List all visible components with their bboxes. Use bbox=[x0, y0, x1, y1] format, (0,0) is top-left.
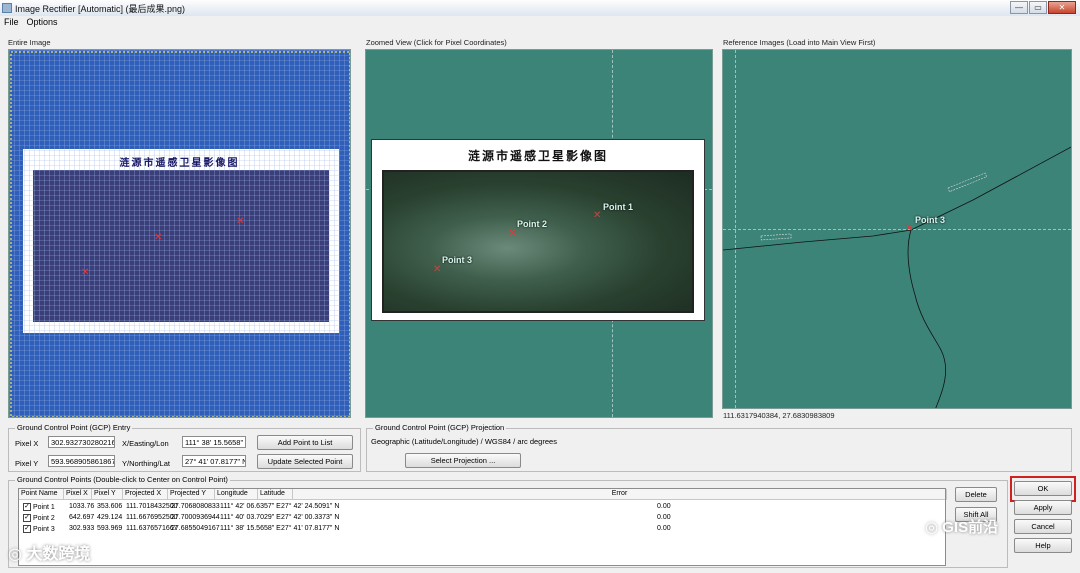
delete-button[interactable]: Delete bbox=[955, 487, 997, 502]
zoomed-point-1-label: Point 1 bbox=[603, 202, 634, 212]
menu-options[interactable]: Options bbox=[27, 17, 58, 27]
pixel-x-field[interactable]: 302.932730280216 bbox=[48, 436, 115, 448]
grid-overlay bbox=[9, 50, 350, 417]
row-1-latitude: 27° 42' 24.5091" N bbox=[281, 503, 340, 510]
x-easting-label: X/Easting/Lon bbox=[122, 439, 169, 448]
row-3-error: 0.00 bbox=[657, 525, 671, 532]
apply-button[interactable]: Apply bbox=[1014, 500, 1072, 515]
zoomed-point-3-marker: ✕ bbox=[433, 264, 442, 275]
menu-file[interactable]: File bbox=[4, 17, 19, 27]
col-point-name[interactable]: Point Name bbox=[19, 489, 64, 500]
col-longitude[interactable]: Longitude bbox=[215, 489, 258, 500]
reference-images-label: Reference Images (Load into Main View Fi… bbox=[723, 38, 876, 47]
y-northing-field[interactable]: 27° 41' 07.8177" N bbox=[182, 455, 246, 467]
y-northing-label: Y/Northing/Lat bbox=[122, 459, 170, 468]
pixel-y-label: Pixel Y bbox=[15, 459, 39, 468]
zoomed-view[interactable]: 涟源市遥感卫星影像图 ✕ Point 1 ✕ Point 2 ✕ Point 3 bbox=[365, 49, 713, 418]
maximize-icon[interactable]: ▭ bbox=[1029, 1, 1047, 14]
gcp-list-title: Ground Control Points (Double-click to C… bbox=[15, 475, 230, 484]
gcp-list-group: Ground Control Points (Double-click to C… bbox=[8, 475, 1008, 568]
row-1-pixel-y: 353.606 bbox=[97, 503, 123, 510]
col-error[interactable]: Error bbox=[293, 489, 947, 500]
row-2-pixel-x: 642.697 bbox=[69, 514, 95, 521]
checkbox-icon[interactable]: ✓ bbox=[23, 503, 31, 511]
entire-point-3-marker: ✕ bbox=[81, 267, 90, 278]
table-row[interactable]: ✓ Point 2 642.697 429.124 111.6676952500 … bbox=[19, 513, 945, 524]
row-2-pixel-y: 429.124 bbox=[97, 514, 123, 521]
help-button[interactable]: Help bbox=[1014, 538, 1072, 553]
reference-coordinates: 111.6317940384, 27.6830983809 bbox=[723, 411, 835, 420]
row-3-name-cell: ✓ Point 3 bbox=[23, 525, 55, 533]
col-projected-y[interactable]: Projected Y bbox=[168, 489, 215, 500]
zoomed-map-card: 涟源市遥感卫星影像图 bbox=[371, 139, 705, 321]
window-title: Image Rectifier [Automatic] (最后成果.png) bbox=[15, 3, 186, 14]
zoomed-map-title: 涟源市遥感卫星影像图 bbox=[467, 149, 608, 163]
menu-bar: File Options bbox=[0, 16, 1080, 28]
projection-value: Geographic (Latitude/Longitude) / WGS84 … bbox=[371, 437, 557, 446]
checkbox-icon[interactable]: ✓ bbox=[23, 525, 31, 533]
gcp-projection-title: Ground Control Point (GCP) Projection bbox=[373, 423, 507, 432]
pixel-y-field[interactable]: 593.968905861867 bbox=[48, 455, 115, 467]
reference-point-3-label: Point 3 bbox=[915, 215, 946, 225]
select-projection-button[interactable]: Select Projection ... bbox=[405, 453, 521, 468]
zoomed-point-3-label: Point 3 bbox=[442, 255, 473, 265]
row-2-longitude: 111° 40' 03.7029" E bbox=[220, 514, 281, 521]
ok-highlight-box bbox=[1010, 476, 1076, 502]
entire-point-2-marker: ✕ bbox=[154, 232, 163, 243]
window-controls: — ▭ ✕ bbox=[1009, 1, 1076, 14]
entire-point-1-marker: ✕ bbox=[236, 216, 245, 227]
satellite-image bbox=[382, 170, 694, 313]
gcp-table-header: Point Name Pixel X Pixel Y Projected X P… bbox=[19, 489, 947, 500]
watermark-left: ◎ 大数跨境 bbox=[8, 546, 91, 563]
row-3-pixel-y: 593.969 bbox=[97, 525, 123, 532]
row-3-longitude: 111° 38' 15.5658" E bbox=[220, 525, 281, 532]
checkbox-icon[interactable]: ✓ bbox=[23, 514, 31, 522]
reference-point-3-marker: ✕ bbox=[905, 223, 914, 234]
wechat-icon: ◎ bbox=[925, 519, 943, 536]
row-3-projected-y: 27.6855049167 bbox=[171, 525, 220, 532]
gcp-entry-title: Ground Control Point (GCP) Entry bbox=[15, 423, 133, 432]
row-1-error: 0.00 bbox=[657, 503, 671, 510]
gcp-entry-group: Ground Control Point (GCP) Entry Pixel X… bbox=[8, 423, 361, 472]
row-2-error: 0.00 bbox=[657, 514, 671, 521]
entire-image-view[interactable]: 涟源市遥感卫星影像图 ✕ ✕ ✕ bbox=[8, 49, 351, 418]
pixel-x-label: Pixel X bbox=[15, 439, 39, 448]
row-2-latitude: 27° 42' 00.3373" N bbox=[281, 514, 340, 521]
entire-map-title: 涟源市遥感卫星影像图 bbox=[119, 158, 240, 169]
col-pixel-y[interactable]: Pixel Y bbox=[92, 489, 123, 500]
wechat-icon: ◎ bbox=[8, 546, 27, 563]
add-point-button[interactable]: Add Point to List bbox=[257, 435, 353, 450]
watermark-right: ◎ GIS前沿 bbox=[925, 519, 999, 536]
title-bar: Image Rectifier [Automatic] (最后成果.png) —… bbox=[0, 0, 1080, 16]
cancel-button[interactable]: Cancel bbox=[1014, 519, 1072, 534]
gcp-projection-group: Ground Control Point (GCP) Projection Ge… bbox=[366, 423, 1072, 472]
close-icon[interactable]: ✕ bbox=[1048, 1, 1076, 14]
zoomed-point-1-marker: ✕ bbox=[593, 210, 602, 221]
col-pixel-x[interactable]: Pixel X bbox=[64, 489, 92, 500]
table-row[interactable]: ✓ Point 3 302.933 593.969 111.6376571667 … bbox=[19, 524, 945, 535]
entire-image-label: Entire Image bbox=[8, 38, 51, 47]
app-icon bbox=[2, 3, 12, 13]
reference-view[interactable]: ✕ Point 3 bbox=[722, 49, 1072, 409]
row-1-longitude: 111° 42' 06.6357" E bbox=[220, 503, 281, 510]
minimize-icon[interactable]: — bbox=[1010, 1, 1028, 14]
row-2-name-cell: ✓ Point 2 bbox=[23, 514, 55, 522]
update-point-button[interactable]: Update Selected Point bbox=[257, 454, 353, 469]
row-3-pixel-x: 302.933 bbox=[69, 525, 95, 532]
col-latitude[interactable]: Latitude bbox=[258, 489, 293, 500]
table-row[interactable]: ✓ Point 1 1033.76 353.606 111.7018432500 … bbox=[19, 502, 945, 513]
row-1-name-cell: ✓ Point 1 bbox=[23, 503, 55, 511]
gcp-table[interactable]: Point Name Pixel X Pixel Y Projected X P… bbox=[18, 488, 947, 566]
reference-vector-lines bbox=[723, 146, 1071, 408]
row-1-pixel-x: 1033.76 bbox=[69, 503, 95, 510]
zoomed-point-2-marker: ✕ bbox=[508, 228, 517, 239]
row-3-latitude: 27° 41' 07.8177" N bbox=[281, 525, 340, 532]
x-easting-field[interactable]: 111° 38' 15.5658" E bbox=[182, 436, 246, 448]
zoomed-point-2-label: Point 2 bbox=[517, 219, 548, 229]
col-projected-x[interactable]: Projected X bbox=[123, 489, 168, 500]
zoomed-view-label: Zoomed View (Click for Pixel Coordinates… bbox=[366, 38, 507, 47]
row-2-projected-y: 27.7000936944 bbox=[171, 514, 220, 521]
row-1-projected-y: 27.7068080833 bbox=[171, 503, 220, 510]
image-rectifier-window: Image Rectifier [Automatic] (最后成果.png) —… bbox=[0, 0, 1080, 573]
